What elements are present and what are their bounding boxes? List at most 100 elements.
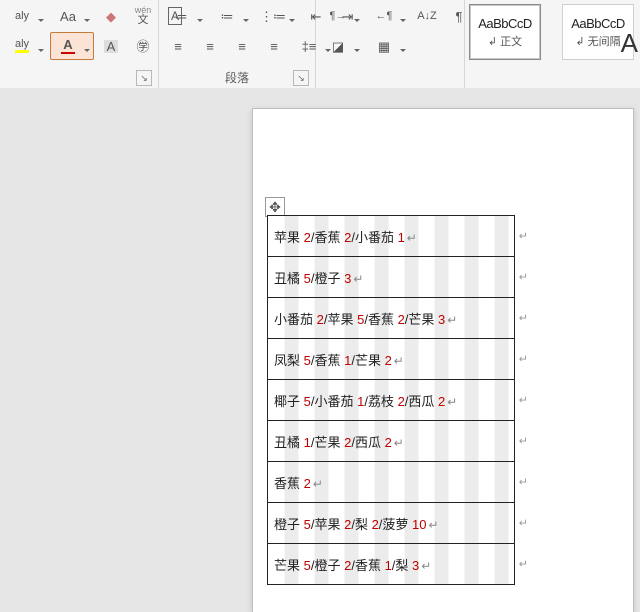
cell-text: /芒果 bbox=[311, 435, 344, 450]
align-center-button[interactable]: ≡ bbox=[195, 32, 225, 60]
cell-number: 3 bbox=[412, 558, 419, 573]
table-cell[interactable]: 橙子 5/苹果 2/梨 2/菠萝 10↵↵ bbox=[268, 503, 515, 544]
row-end-mark-icon: ↵ bbox=[519, 353, 528, 366]
table-row[interactable]: 丑橘 1/芒果 2/西瓜 2↵↵ bbox=[268, 421, 515, 462]
ribbon-group-paragraph: ≔ ≔ ⋮≔ ⇤ ⇥ ≡ ≡ ≡ ≡ ‡≡ 段落 ↘ bbox=[159, 0, 316, 88]
table-cell[interactable]: 小番茄 2/苹果 5/香蕉 2/芒果 3↵↵ bbox=[268, 298, 515, 339]
table-cell[interactable]: 凤梨 5/香蕉 1/芒果 2↵↵ bbox=[268, 339, 515, 380]
paragraph-mark-icon: ↵ bbox=[447, 395, 457, 409]
cell-number: 2 bbox=[385, 435, 392, 450]
cell-text: /香蕉 bbox=[364, 312, 397, 327]
font-color-button[interactable]: A bbox=[50, 32, 94, 60]
table-row[interactable]: 椰子 5/小番茄 1/荔枝 2/西瓜 2↵↵ bbox=[268, 380, 515, 421]
cell-text: /芒果 bbox=[405, 312, 438, 327]
cell-number: 3 bbox=[438, 312, 445, 327]
cell-text: /西瓜 bbox=[351, 435, 384, 450]
table-cell[interactable]: 丑橘 5/橙子 3↵↵ bbox=[268, 257, 515, 298]
table-cell[interactable]: 苹果 2/香蕉 2/小番茄 1↵↵ bbox=[268, 216, 515, 257]
row-end-mark-icon: ↵ bbox=[519, 394, 528, 407]
cell-number: 5 bbox=[304, 517, 311, 532]
paragraph-mark-icon: ↵ bbox=[313, 477, 323, 491]
cell-number: 5 bbox=[304, 558, 311, 573]
bullets-button[interactable]: ≔ bbox=[163, 2, 207, 30]
text-direction-rtl-button[interactable]: ←¶ bbox=[366, 2, 410, 30]
table-cell[interactable]: 椰子 5/小番茄 1/荔枝 2/西瓜 2↵↵ bbox=[268, 380, 515, 421]
font-dialog-launcher[interactable]: ↘ bbox=[136, 70, 152, 86]
cell-number: 2 bbox=[398, 394, 405, 409]
cell-text: /苹果 bbox=[324, 312, 357, 327]
cell-number: 2 bbox=[372, 517, 379, 532]
table-row[interactable]: 苹果 2/香蕉 2/小番茄 1↵↵ bbox=[268, 216, 515, 257]
cell-text: 小番茄 bbox=[274, 312, 317, 327]
cell-number: 10 bbox=[412, 517, 426, 532]
align-left-button[interactable]: ≡ bbox=[163, 32, 193, 60]
cell-text: /香蕉 bbox=[311, 353, 344, 368]
cell-text: /梨 bbox=[351, 517, 371, 532]
enclose-characters-button[interactable]: ㊫ bbox=[128, 32, 158, 60]
style-tile-normal[interactable]: AaBbCcD ↲ 正文 bbox=[469, 4, 541, 60]
sort-button[interactable]: A↓Z bbox=[412, 2, 442, 30]
paragraph-mark-icon: ↵ bbox=[407, 231, 417, 245]
cell-number: 5 bbox=[304, 394, 311, 409]
cell-number: 2 bbox=[317, 312, 324, 327]
shading-button[interactable]: ◪ bbox=[320, 32, 364, 60]
cell-text: 橙子 bbox=[274, 517, 304, 532]
table-cell[interactable]: 丑橘 1/芒果 2/西瓜 2↵↵ bbox=[268, 421, 515, 462]
document-table[interactable]: 苹果 2/香蕉 2/小番茄 1↵↵丑橘 5/橙子 3↵↵小番茄 2/苹果 5/香… bbox=[267, 215, 515, 585]
paragraph-mark-icon: ↵ bbox=[394, 354, 404, 368]
cell-number: 2 bbox=[385, 353, 392, 368]
justify-button[interactable]: ≡ bbox=[259, 32, 289, 60]
paragraph-mark-icon: ↵ bbox=[353, 272, 363, 286]
cell-number: 2 bbox=[398, 312, 405, 327]
text-highlight-button[interactable]: aly bbox=[4, 32, 48, 60]
align-right-button[interactable]: ≡ bbox=[227, 32, 257, 60]
change-case-button[interactable]: Aa bbox=[50, 2, 94, 30]
borders-button[interactable]: ▦ bbox=[366, 32, 410, 60]
paragraph-mark-icon: ↵ bbox=[394, 436, 404, 450]
cell-text: /橙子 bbox=[311, 271, 344, 286]
multilevel-list-button[interactable]: ⋮≔ bbox=[255, 2, 299, 30]
table-cell[interactable]: 香蕉 2↵↵ bbox=[268, 462, 515, 503]
font-group-label: ↘ bbox=[4, 70, 154, 88]
cell-number: 1 bbox=[385, 558, 392, 573]
row-end-mark-icon: ↵ bbox=[519, 312, 528, 325]
table-row[interactable]: 小番茄 2/苹果 5/香蕉 2/芒果 3↵↵ bbox=[268, 298, 515, 339]
character-shading-button[interactable]: A bbox=[96, 32, 126, 60]
row-end-mark-icon: ↵ bbox=[519, 558, 528, 571]
row-end-mark-icon: ↵ bbox=[519, 476, 528, 489]
paragraph-mark-icon: ↵ bbox=[429, 518, 439, 532]
cell-text: /芒果 bbox=[351, 353, 384, 368]
text-direction-ltr-button[interactable]: ¶→ bbox=[320, 2, 364, 30]
phonetic-guide-button[interactable]: wén 文 bbox=[128, 2, 158, 30]
cell-number: 1 bbox=[304, 435, 311, 450]
cell-number: 5 bbox=[304, 353, 311, 368]
table-row[interactable]: 丑橘 5/橙子 3↵↵ bbox=[268, 257, 515, 298]
cell-number: 3 bbox=[344, 271, 351, 286]
ribbon-group-paragraph-2: ¶→ ←¶ A↓Z ¶ ◪ ▦ bbox=[316, 0, 465, 88]
row-end-mark-icon: ↵ bbox=[519, 271, 528, 284]
row-end-mark-icon: ↵ bbox=[519, 517, 528, 530]
table-cell[interactable]: 芒果 5/橙子 2/香蕉 1/梨 3↵↵ bbox=[268, 544, 515, 585]
cell-text: /荔枝 bbox=[364, 394, 397, 409]
cell-text: 芒果 bbox=[274, 558, 304, 573]
table-row[interactable]: 橙子 5/苹果 2/梨 2/菠萝 10↵↵ bbox=[268, 503, 515, 544]
cell-text: /橙子 bbox=[311, 558, 344, 573]
cell-text: /小番茄 bbox=[351, 230, 397, 245]
strikethrough-button[interactable]: aly bbox=[4, 2, 48, 30]
row-end-mark-icon: ↵ bbox=[519, 230, 528, 243]
table-row[interactable]: 凤梨 5/香蕉 1/芒果 2↵↵ bbox=[268, 339, 515, 380]
cell-text: /苹果 bbox=[311, 517, 344, 532]
clear-formatting-button[interactable]: ◆ bbox=[96, 2, 126, 30]
paragraph-dialog-launcher[interactable]: ↘ bbox=[293, 70, 309, 86]
table-move-handle[interactable]: ✥ bbox=[265, 197, 285, 217]
cell-text: /菠萝 bbox=[379, 517, 412, 532]
paragraph-group-label: 段落 ↘ bbox=[163, 70, 311, 88]
table-row[interactable]: 香蕉 2↵↵ bbox=[268, 462, 515, 503]
numbering-button[interactable]: ≔ bbox=[209, 2, 253, 30]
cell-text: 丑橘 bbox=[274, 271, 304, 286]
ribbon-group-font: aly Aa ◆ wén 文 A aly A A bbox=[0, 0, 159, 88]
cell-text: /梨 bbox=[392, 558, 412, 573]
paragraph-mark-icon: ↵ bbox=[421, 559, 431, 573]
table-row[interactable]: 芒果 5/橙子 2/香蕉 1/梨 3↵↵ bbox=[268, 544, 515, 585]
cell-text: /香蕉 bbox=[351, 558, 384, 573]
